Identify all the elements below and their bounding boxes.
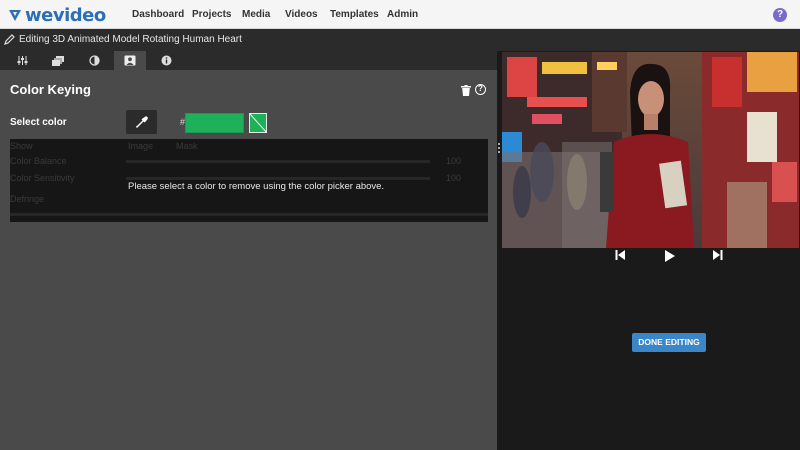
color-swatch[interactable] (249, 113, 267, 133)
skip-forward-button[interactable] (713, 250, 723, 260)
nav-templates[interactable]: Templates (330, 9, 379, 20)
defringe-label: Defringe (10, 194, 45, 204)
tab-layers[interactable] (42, 51, 74, 70)
editing-title: Editing 3D Animated Model Rotating Human… (19, 34, 242, 45)
no-color-icon (250, 114, 266, 132)
portrait-icon (124, 55, 136, 66)
nav-media[interactable]: Media (242, 9, 270, 20)
playback-controls (502, 248, 799, 264)
info-icon (161, 55, 171, 66)
tab-info[interactable] (150, 51, 182, 70)
play-button[interactable] (665, 250, 675, 262)
done-editing-button[interactable]: DONE EDITING (632, 333, 706, 352)
select-color-label: Select color (10, 117, 67, 128)
color-sensitivity-slider (126, 177, 430, 180)
help-icon[interactable]: ? (773, 8, 787, 22)
color-picker-button[interactable] (126, 110, 157, 134)
nav-videos[interactable]: Videos (285, 9, 318, 20)
skip-back-icon (615, 250, 625, 260)
tab-color-keying[interactable] (114, 51, 146, 70)
tab-adjust[interactable] (6, 51, 38, 70)
nav-dashboard[interactable]: Dashboard (132, 9, 184, 20)
play-icon (665, 250, 675, 262)
video-preview[interactable] (502, 52, 799, 248)
nav-projects[interactable]: Projects (192, 9, 231, 20)
show-label: Show (10, 141, 33, 151)
color-balance-slider (126, 160, 430, 163)
wevideo-logo[interactable]: wevideo (8, 4, 106, 26)
logo-text: wevideo (25, 4, 106, 26)
defringe-slider (10, 213, 488, 216)
contrast-icon (88, 55, 100, 66)
properties-panel (0, 51, 497, 450)
layers-icon (52, 55, 64, 66)
select-color-message: Please select a color to remove using th… (128, 181, 385, 192)
show-option-mask: Mask (176, 141, 198, 151)
eyedropper-icon (135, 116, 148, 128)
color-sensitivity-value: 100 (446, 173, 462, 183)
pencil-icon[interactable] (4, 34, 15, 45)
question-icon[interactable]: ? (475, 84, 486, 95)
nav-admin[interactable]: Admin (387, 9, 418, 20)
panel-resize-handle[interactable] (497, 143, 501, 153)
editor-title-bar: Editing 3D Animated Model Rotating Human… (0, 29, 800, 51)
top-navigation: wevideo Dashboard Projects Media Videos … (0, 0, 800, 29)
sliders-icon (17, 56, 27, 65)
show-option-image: Image (128, 141, 154, 151)
color-sensitivity-label: Color Sensitivity (10, 173, 75, 183)
color-balance-value: 100 (446, 156, 462, 166)
panel-title: Color Keying (10, 82, 91, 97)
trash-icon[interactable] (461, 85, 471, 96)
logo-mark-icon (9, 10, 21, 21)
tab-bar (0, 51, 497, 70)
preview-frame-image (502, 52, 799, 248)
skip-forward-icon (713, 250, 723, 260)
hex-color-input[interactable] (185, 113, 244, 133)
color-balance-label: Color Balance (10, 156, 67, 166)
tab-color[interactable] (78, 51, 110, 70)
skip-back-button[interactable] (615, 250, 625, 260)
